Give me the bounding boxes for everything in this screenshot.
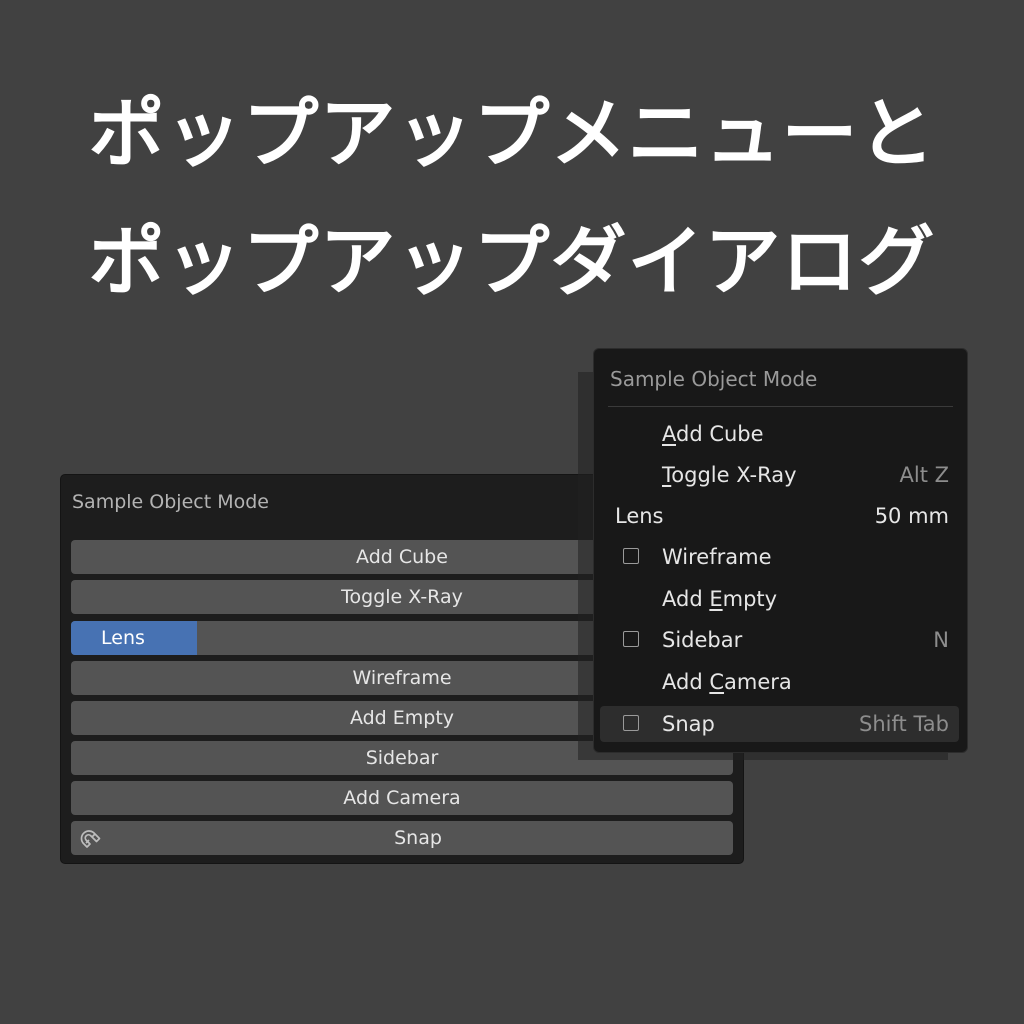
accelerator-key: E [709, 587, 723, 611]
menu-separator [608, 406, 953, 407]
label-rest: amera [724, 670, 792, 694]
label-start: Add [662, 587, 710, 611]
accelerator-key: A [662, 422, 676, 446]
menu-item-add-cube[interactable]: Add Cube [600, 416, 959, 452]
wireframe-checkbox[interactable] [623, 548, 639, 564]
add-camera-label: Add Camera [343, 787, 461, 809]
snap-checkbox[interactable] [623, 715, 639, 731]
menu-item-wireframe[interactable]: Wireframe [600, 539, 959, 575]
lens-label: Lens [615, 504, 664, 528]
menu-title: Sample Object Mode [610, 367, 818, 391]
wireframe-label: Wireframe [352, 667, 452, 689]
magnet-icon [80, 830, 101, 848]
snap-button[interactable]: Snap [71, 821, 733, 855]
menu-item-snap[interactable]: Snap Shift Tab [600, 706, 959, 742]
menu-item-label: Snap [662, 712, 715, 736]
toggle-xray-label: Toggle X-Ray [341, 586, 463, 608]
menu-item-sidebar[interactable]: Sidebar N [600, 622, 959, 658]
menu-item-toggle-xray[interactable]: Toggle X-Ray Alt Z [600, 457, 959, 493]
label-rest: oggle X-Ray [671, 463, 797, 487]
shortcut-hint: N [933, 628, 949, 652]
dialog-title: Sample Object Mode [72, 491, 269, 513]
accelerator-key: T [662, 463, 672, 487]
menu-item-add-empty[interactable]: Add Empty [600, 581, 959, 617]
snap-label: Snap [394, 827, 442, 849]
label-rest: dd Cube [676, 422, 764, 446]
menu-item-label: Wireframe [662, 545, 772, 569]
lens-value: 50 mm [874, 504, 949, 528]
label-start: Add [662, 670, 710, 694]
page: ポップアップメニューと ポップアップダイアログ Sample Object Mo… [0, 0, 1024, 1024]
accelerator-key: C [709, 670, 725, 694]
add-cube-label: Add Cube [356, 546, 448, 568]
menu-item-label: Toggle X-Ray [662, 457, 797, 493]
lens-slider-label: Lens [101, 627, 145, 649]
headline-line-2: ポップアップダイアログ [88, 217, 936, 306]
add-camera-button[interactable]: Add Camera [71, 781, 733, 815]
headline-line-1: ポップアップメニューと [88, 89, 936, 178]
menu-item-label: Add Empty [662, 581, 777, 617]
menu-item-label: Add Cube [662, 416, 764, 452]
shortcut-hint: Shift Tab [859, 712, 949, 736]
add-empty-label: Add Empty [349, 707, 455, 729]
sidebar-checkbox[interactable] [623, 631, 639, 647]
label-rest: mpty [722, 587, 778, 611]
menu-item-label: Add Camera [662, 664, 792, 700]
menu-item-add-camera[interactable]: Add Camera [600, 664, 959, 700]
popup-menu: Sample Object Mode Add Cube Toggle X-Ray… [593, 348, 968, 753]
menu-item-label: Sidebar [662, 628, 743, 652]
shortcut-hint: Alt Z [899, 463, 950, 487]
menu-item-lens[interactable]: Lens 50 mm [600, 498, 959, 534]
sidebar-label: Sidebar [365, 747, 439, 769]
